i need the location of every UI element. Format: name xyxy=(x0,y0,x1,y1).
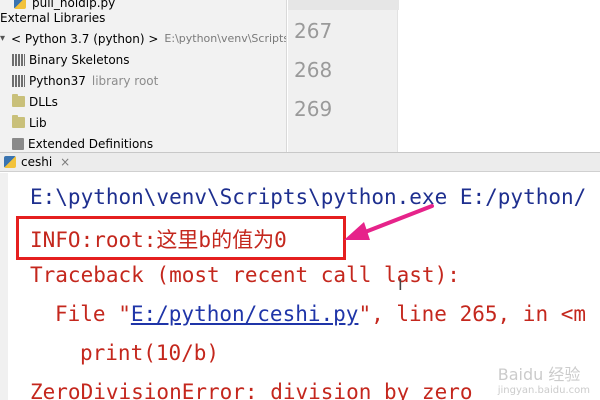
line-number: 267 xyxy=(294,19,333,43)
console-code-line: print(10/b) xyxy=(80,341,220,365)
project-tree-panel: pull_holdip.py External Libraries ▾ < Py… xyxy=(0,0,287,152)
highlight-box xyxy=(16,216,346,260)
folder-icon xyxy=(12,94,25,107)
run-tool-window-tabs: ceshi × xyxy=(0,152,600,172)
tree-item-lib[interactable]: Lib xyxy=(0,112,286,133)
file-link[interactable]: E:/python/ceshi.py xyxy=(131,302,359,326)
tree-item-python37[interactable]: Python37 library root xyxy=(0,70,286,91)
library-icon xyxy=(12,137,24,150)
library-icon xyxy=(12,74,25,87)
console-command-line: E:\python\venv\Scripts\python.exe E:/pyt… xyxy=(30,185,587,209)
tree-item-hint: library root xyxy=(91,73,159,88)
tree-item-python-interpreter[interactable]: ▾ < Python 3.7 (python) > E:\python\venv… xyxy=(0,28,287,49)
tree-item-path: E:\python\venv\Scripts\ xyxy=(164,32,287,45)
close-icon[interactable]: × xyxy=(60,155,70,169)
console-traceback-header: Traceback (most recent call last): xyxy=(30,263,460,287)
console-file-line: File "E:/python/ceshi.py", line 265, in … xyxy=(55,302,586,326)
file-suffix: ", line 265, in <m xyxy=(358,302,587,326)
text-cursor-icon: I xyxy=(398,275,403,294)
file-prefix: File " xyxy=(55,302,131,326)
tree-item-label: Extended Definitions xyxy=(28,136,154,151)
tree-item-extended-definitions[interactable]: Extended Definitions xyxy=(0,133,286,152)
editor-gutter: 267 268 269 xyxy=(288,0,398,152)
tree-item-label: Python37 xyxy=(29,73,86,88)
library-icon xyxy=(12,53,25,66)
chevron-down-icon[interactable]: ▾ xyxy=(0,33,5,44)
folder-icon xyxy=(12,115,25,128)
tree-item-label: DLLs xyxy=(29,94,58,109)
watermark-sub: jingyan.baidu.com xyxy=(497,385,590,396)
tree-item-label: < Python 3.7 (python) > xyxy=(11,31,159,46)
tab-ceshi[interactable]: ceshi xyxy=(21,155,52,169)
editor-text-area[interactable] xyxy=(399,0,600,152)
tree-item-label: Lib xyxy=(29,115,47,130)
tree-item-external-libraries[interactable]: External Libraries xyxy=(0,7,286,28)
watermark-text: Baidu 经验 xyxy=(497,365,581,384)
line-number: 269 xyxy=(294,97,333,121)
line-number: 268 xyxy=(294,58,333,82)
tree-item-dlls[interactable]: DLLs xyxy=(0,91,286,112)
tree-item-label: External Libraries xyxy=(0,10,106,25)
annotation-arrow-icon xyxy=(344,204,434,240)
console-error-line: ZeroDivisionError: division by zero xyxy=(30,380,473,400)
watermark: Baidu 经验 jingyan.baidu.com xyxy=(498,361,590,396)
tree-item-binary-skeletons[interactable]: Binary Skeletons xyxy=(0,49,286,70)
tree-item-label: Binary Skeletons xyxy=(29,52,130,67)
python-run-icon xyxy=(4,156,16,168)
